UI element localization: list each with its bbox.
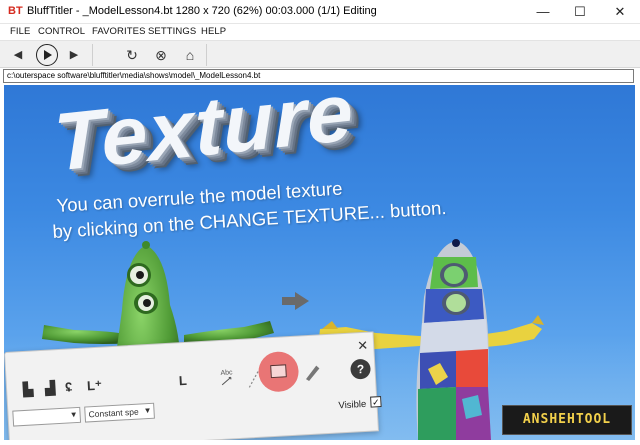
pencil-icon[interactable]	[302, 361, 323, 382]
stop-icon[interactable]: ⊗	[151, 45, 171, 65]
change-texture-button[interactable]	[270, 364, 287, 379]
play-icon[interactable]	[36, 44, 58, 66]
svg-text:Abc: Abc	[220, 369, 233, 377]
toolbar: ◀ ▶ ↻ ⊗ ⌂	[0, 40, 640, 68]
minimize-button[interactable]: —	[526, 0, 560, 24]
effect-select[interactable]: ▼	[12, 406, 82, 427]
refresh-icon[interactable]: ↻	[122, 45, 142, 65]
arrow-icon	[282, 292, 310, 310]
window-title: BluffTitler - _ModelLesson4.bt 1280 x 72…	[27, 5, 377, 17]
toolbar-separator	[206, 44, 207, 66]
chevron-down-icon: ▼	[69, 409, 78, 420]
chevron-down-icon: ▼	[143, 405, 152, 416]
align-left-icon[interactable]: ▙	[23, 381, 34, 398]
watermark-logo: ANSHEHTOOL	[502, 405, 632, 435]
file-path-field[interactable]: c:\outerspace software\blufftitler\media…	[3, 69, 634, 83]
title-bar: BT BluffTitler - _ModelLesson4.bt 1280 x…	[0, 0, 640, 24]
home-icon[interactable]: ⌂	[180, 45, 200, 65]
menu-bar: FILE CONTROL FAVORITES SETTINGS HELP	[0, 24, 640, 40]
abc-transform-icon[interactable]: Abc	[218, 364, 247, 390]
speed-select-value: Constant spe	[88, 406, 139, 420]
menu-control[interactable]: CONTROL	[38, 26, 85, 37]
link-icon[interactable]: ʢ	[65, 379, 73, 394]
forward-icon[interactable]: ▶	[64, 45, 84, 65]
toolbar-separator	[92, 44, 93, 66]
preview-viewport[interactable]: Texture You can overrule the model textu…	[4, 85, 635, 440]
align-right-icon[interactable]: ▟	[45, 380, 56, 397]
menu-file[interactable]: FILE	[10, 26, 30, 37]
menu-favorites[interactable]: FAVORITES	[92, 26, 146, 37]
blufftitler-logo-icon: BT	[8, 5, 23, 17]
help-icon[interactable]: ?	[349, 358, 372, 380]
scene-title-texture: Texture	[52, 85, 356, 189]
menu-settings[interactable]: SETTINGS	[148, 26, 196, 37]
menu-help[interactable]: HELP	[201, 26, 226, 37]
visible-checkbox[interactable]: ✓	[370, 396, 382, 408]
speed-select[interactable]: Constant spe ▼	[84, 402, 155, 423]
visible-label: Visible	[338, 398, 367, 412]
layer-icon[interactable]: L	[178, 373, 187, 388]
panel-close-icon[interactable]: ✕	[357, 338, 369, 355]
rewind-icon[interactable]: ◀	[8, 45, 28, 65]
close-button[interactable]: ✕	[603, 0, 637, 24]
maximize-button[interactable]: ☐	[563, 0, 597, 24]
add-layer-icon[interactable]: L⁺	[87, 378, 103, 395]
